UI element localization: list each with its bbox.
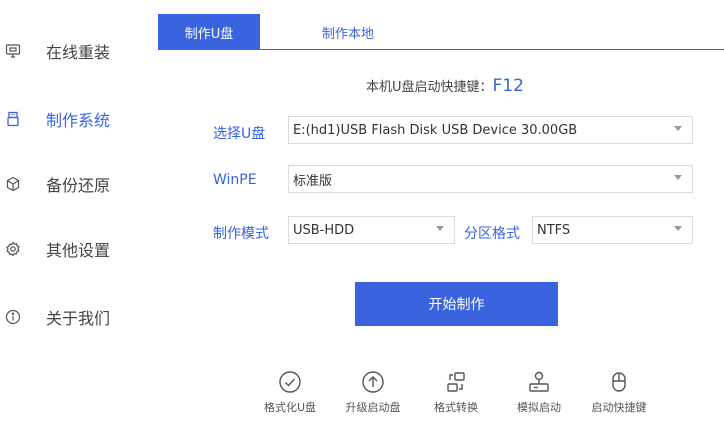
sidebar-item-online-reinstall[interactable]: 在线重装 <box>0 31 150 71</box>
partition-select-value: NTFS <box>537 222 571 238</box>
boot-hotkey-info: 本机U盘启动快捷键：F12 <box>366 76 524 96</box>
sidebar-item-about-us[interactable]: 关于我们 <box>0 297 150 337</box>
mode-select-value: USB-HDD <box>293 222 355 238</box>
tool-boot-hotkey[interactable]: 启动快捷键 <box>584 370 654 415</box>
hotkey-value: F12 <box>492 76 524 96</box>
usb-drive-icon <box>5 111 21 127</box>
sidebar-item-label: 制作系统 <box>46 111 111 130</box>
tool-format-usb[interactable]: 格式化U盘 <box>255 370 325 415</box>
tool-upgrade-boot-disk[interactable]: 升级启动盘 <box>338 370 408 415</box>
sidebar-item-other-settings[interactable]: 其他设置 <box>0 229 150 269</box>
tool-label: 格式化U盘 <box>263 401 317 414</box>
tab-bar: 制作U盘 制作本地 <box>158 14 724 50</box>
usb-select-value: E:(hd1)USB Flash Disk USB Device 30.00GB <box>293 122 578 138</box>
partition-select-label: 分区格式 <box>464 226 520 242</box>
simulate-icon <box>529 371 549 392</box>
partition-select[interactable]: NTFS <box>532 216 693 244</box>
info-icon <box>5 309 21 325</box>
chevron-down-icon <box>436 226 444 231</box>
mode-select[interactable]: USB-HDD <box>288 216 455 244</box>
sidebar-item-label: 在线重装 <box>46 43 111 62</box>
tool-label: 格式转换 <box>434 401 478 414</box>
sidebar-item-backup-restore[interactable]: 备份还原 <box>0 164 150 204</box>
winpe-select-label: WinPE <box>213 172 257 188</box>
tab-make-usb[interactable]: 制作U盘 <box>158 14 260 50</box>
cube-backup-icon <box>5 176 21 192</box>
chevron-down-icon <box>674 175 682 180</box>
tool-label: 升级启动盘 <box>345 401 401 414</box>
mouse-icon <box>612 372 626 392</box>
gear-icon <box>5 241 21 257</box>
winpe-select-value: 标准版 <box>293 173 333 189</box>
sidebar: 在线重装 制作系统 备份还原 其他设置 关于我们 <box>0 0 150 421</box>
check-circle-icon <box>279 371 301 393</box>
tab-make-local[interactable]: 制作本地 <box>308 14 388 50</box>
chevron-down-icon <box>674 226 682 231</box>
sidebar-item-make-system[interactable]: 制作系统 <box>0 99 150 139</box>
monitor-icon <box>5 43 21 59</box>
winpe-select[interactable]: 标准版 <box>288 165 693 193</box>
upload-circle-icon <box>362 371 384 393</box>
sidebar-item-label: 备份还原 <box>46 176 111 195</box>
convert-icon <box>447 372 465 392</box>
chevron-down-icon <box>674 126 682 131</box>
tool-label: 模拟启动 <box>517 401 561 414</box>
sidebar-item-label: 其他设置 <box>46 241 111 260</box>
sidebar-item-label: 关于我们 <box>46 309 111 328</box>
mode-select-label: 制作模式 <box>213 226 269 242</box>
tool-label: 启动快捷键 <box>591 401 647 414</box>
usb-select-label: 选择U盘 <box>213 126 266 142</box>
start-make-button[interactable]: 开始制作 <box>355 282 558 326</box>
usb-select[interactable]: E:(hd1)USB Flash Disk USB Device 30.00GB <box>288 116 693 144</box>
tool-format-convert[interactable]: 格式转换 <box>421 370 491 415</box>
hotkey-label: 本机U盘启动快捷键： <box>366 80 493 95</box>
tool-simulate-boot[interactable]: 模拟启动 <box>504 370 574 415</box>
